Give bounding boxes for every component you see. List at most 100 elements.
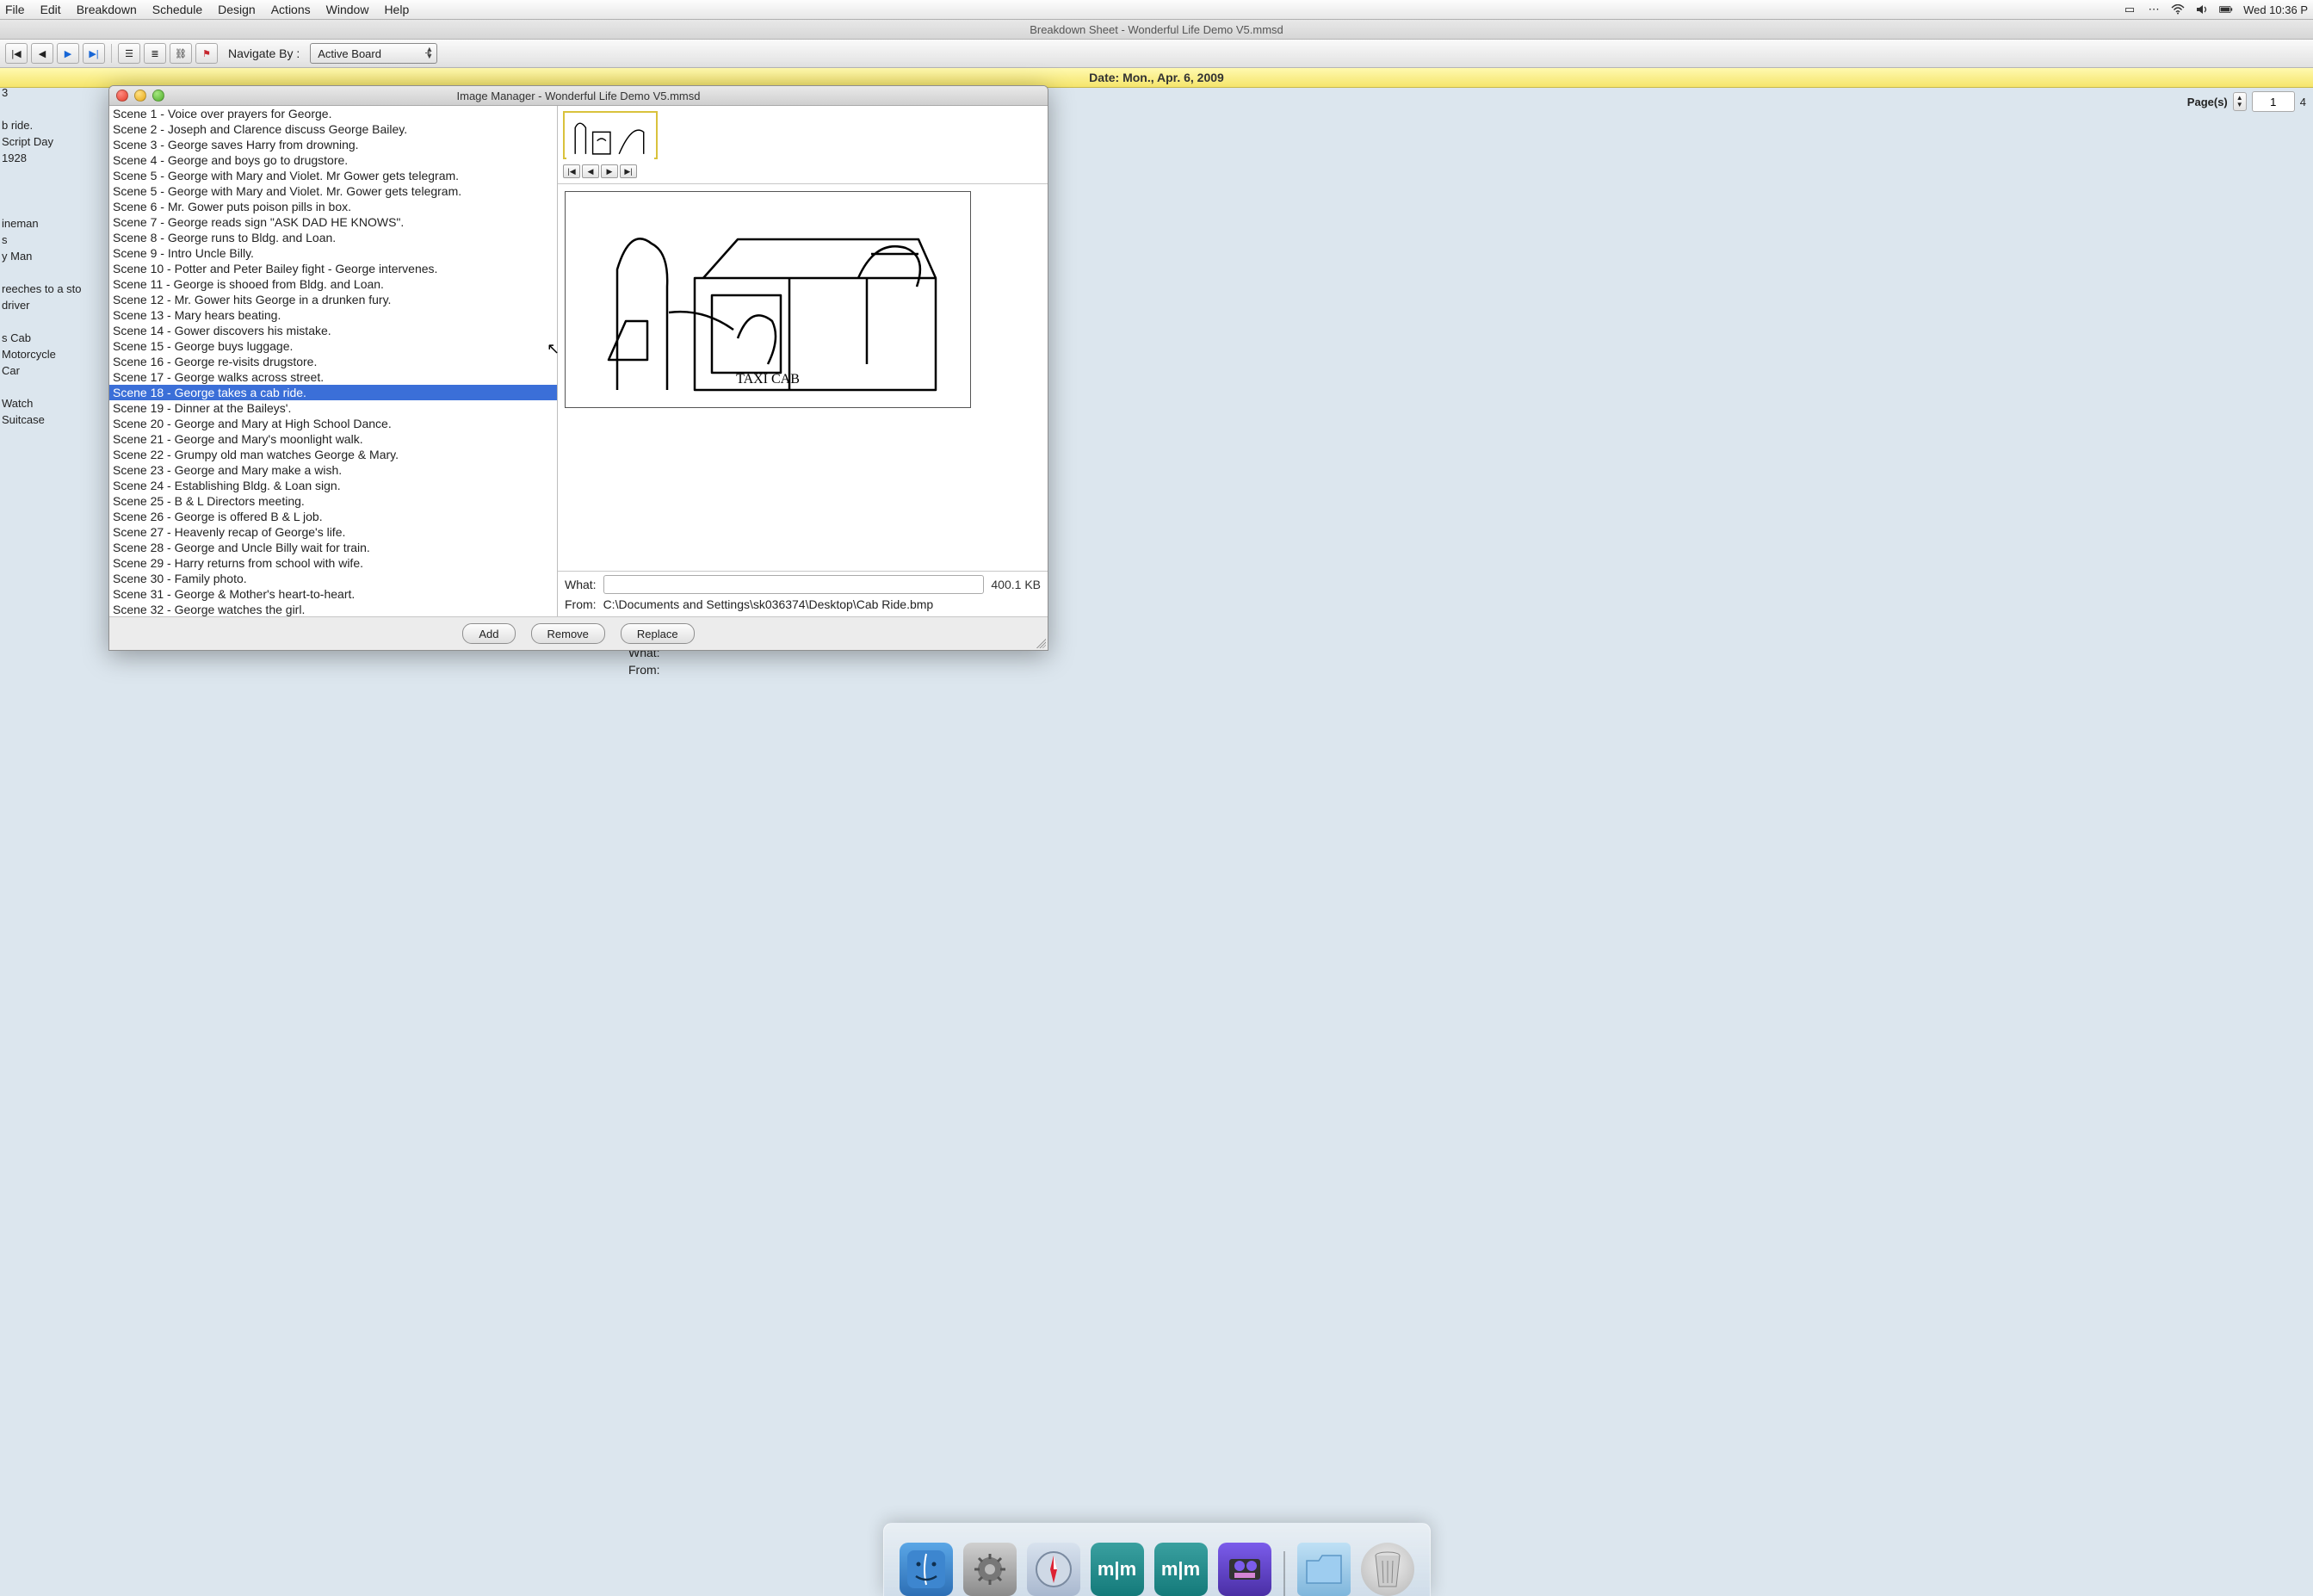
scene-item[interactable]: Scene 10 - Potter and Peter Bailey fight…: [109, 261, 557, 276]
dock-app-mm2-icon[interactable]: m|m: [1154, 1543, 1208, 1596]
remove-button[interactable]: Remove: [531, 623, 605, 644]
toolbar-flag-button[interactable]: ⚑: [195, 43, 218, 64]
scene-item[interactable]: Scene 22 - Grumpy old man watches George…: [109, 447, 557, 462]
scene-item[interactable]: Scene 12 - Mr. Gower hits George in a dr…: [109, 292, 557, 307]
dock-downloads-folder-icon[interactable]: [1297, 1543, 1351, 1596]
menu-window[interactable]: Window: [326, 3, 369, 16]
background-text-row: Suitcase: [2, 411, 114, 428]
scene-item[interactable]: Scene 20 - George and Mary at High Schoo…: [109, 416, 557, 431]
scene-item[interactable]: Scene 29 - Harry returns from school wit…: [109, 555, 557, 571]
resize-grip[interactable]: [1034, 636, 1046, 648]
scene-item[interactable]: Scene 32 - George watches the girl.: [109, 602, 557, 616]
thumb-last-button[interactable]: ▶|: [620, 164, 637, 178]
battery-icon[interactable]: [2219, 4, 2233, 15]
toolbar-play-button[interactable]: ▶: [57, 43, 79, 64]
pages-stepper[interactable]: ▲▼: [2233, 92, 2247, 111]
scene-item[interactable]: Scene 30 - Family photo.: [109, 571, 557, 586]
dock: m|m m|m: [883, 1523, 1431, 1596]
scene-item[interactable]: Scene 5 - George with Mary and Violet. M…: [109, 168, 557, 183]
background-text-row: 1928: [2, 150, 114, 166]
scene-item[interactable]: Scene 15 - George buys luggage.: [109, 338, 557, 354]
toolbar-view2-button[interactable]: ≣: [144, 43, 166, 64]
background-text-row: [2, 313, 114, 330]
scene-item[interactable]: Scene 8 - George runs to Bldg. and Loan.: [109, 230, 557, 245]
menu-actions[interactable]: Actions: [271, 3, 311, 16]
volume-icon[interactable]: [2195, 4, 2209, 15]
dock-trash-icon[interactable]: [1361, 1543, 1414, 1596]
scene-item[interactable]: Scene 21 - George and Mary's moonlight w…: [109, 431, 557, 447]
window-button-row: Add Remove Replace: [109, 616, 1048, 650]
scene-item[interactable]: Scene 16 - George re-visits drugstore.: [109, 354, 557, 369]
what-label: What:: [565, 578, 597, 591]
add-button[interactable]: Add: [462, 623, 515, 644]
dock-safari-icon[interactable]: [1027, 1543, 1080, 1596]
pages-current-input[interactable]: [2252, 91, 2295, 112]
toolbar-link-button[interactable]: ⛓: [170, 43, 192, 64]
dock-imovie-icon[interactable]: [1218, 1543, 1271, 1596]
scene-item[interactable]: Scene 27 - Heavenly recap of George's li…: [109, 524, 557, 540]
scene-item[interactable]: Scene 4 - George and boys go to drugstor…: [109, 152, 557, 168]
navigate-by-combo[interactable]: Active Board ▲▼: [310, 43, 437, 64]
window-zoom-button[interactable]: [152, 90, 164, 102]
background-text-row: Script Day: [2, 133, 114, 150]
thumb-next-button[interactable]: ▶: [601, 164, 618, 178]
scene-item[interactable]: Scene 19 - Dinner at the Baileys'.: [109, 400, 557, 416]
scene-item[interactable]: Scene 2 - Joseph and Clarence discuss Ge…: [109, 121, 557, 137]
replace-button[interactable]: Replace: [621, 623, 695, 644]
scene-item[interactable]: Scene 1 - Voice over prayers for George.: [109, 106, 557, 121]
wifi-icon[interactable]: [2171, 4, 2185, 15]
thumbnail[interactable]: [563, 111, 658, 159]
dock-finder-icon[interactable]: [900, 1543, 953, 1596]
toolbar-next-button[interactable]: ▶|: [83, 43, 105, 64]
window-titlebar[interactable]: Image Manager - Wonderful Life Demo V5.m…: [109, 86, 1048, 106]
scene-item[interactable]: Scene 25 - B & L Directors meeting.: [109, 493, 557, 509]
scene-item[interactable]: Scene 17 - George walks across street.: [109, 369, 557, 385]
traffic-lights: [116, 90, 164, 102]
scene-item[interactable]: Scene 11 - George is shooed from Bldg. a…: [109, 276, 557, 292]
menu-file[interactable]: File: [5, 3, 25, 16]
scene-item[interactable]: Scene 28 - George and Uncle Billy wait f…: [109, 540, 557, 555]
sync-icon[interactable]: ⋯: [2147, 4, 2161, 15]
scene-item[interactable]: Scene 26 - George is offered B & L job.: [109, 509, 557, 524]
thumbnail-nav: |◀ ◀ ▶ ▶|: [563, 164, 637, 178]
scene-item[interactable]: Scene 14 - Gower discovers his mistake.: [109, 323, 557, 338]
dock-app-mm1-icon[interactable]: m|m: [1091, 1543, 1144, 1596]
menubar-clock[interactable]: Wed 10:36 P: [2243, 3, 2308, 16]
combo-arrows-icon: ▲▼: [425, 46, 433, 59]
background-text-row: ineman: [2, 215, 114, 232]
toolbar-first-button[interactable]: |◀: [5, 43, 28, 64]
scene-item[interactable]: Scene 3 - George saves Harry from drowni…: [109, 137, 557, 152]
scene-item[interactable]: Scene 6 - Mr. Gower puts poison pills in…: [109, 199, 557, 214]
toolbar-view1-button[interactable]: ☰: [118, 43, 140, 64]
thumb-prev-button[interactable]: ◀: [582, 164, 599, 178]
scene-item[interactable]: Scene 13 - Mary hears beating.: [109, 307, 557, 323]
scene-item[interactable]: Scene 23 - George and Mary make a wish.: [109, 462, 557, 478]
thumb-first-button[interactable]: |◀: [563, 164, 580, 178]
menu-breakdown[interactable]: Breakdown: [77, 3, 137, 16]
image-meta: What: 400.1 KB From: C:\Documents and Se…: [558, 571, 1048, 616]
scene-item[interactable]: Scene 31 - George & Mother's heart-to-he…: [109, 586, 557, 602]
document-titlebar: Breakdown Sheet - Wonderful Life Demo V5…: [0, 20, 2313, 40]
window-minimize-button[interactable]: [134, 90, 146, 102]
scene-item[interactable]: Scene 24 - Establishing Bldg. & Loan sig…: [109, 478, 557, 493]
what-input[interactable]: [603, 575, 985, 594]
menu-schedule[interactable]: Schedule: [152, 3, 202, 16]
menu-edit[interactable]: Edit: [40, 3, 61, 16]
dock-system-prefs-icon[interactable]: [963, 1543, 1017, 1596]
background-text-row: reeches to a sto: [2, 281, 114, 297]
scene-item[interactable]: Scene 5 - George with Mary and Violet. M…: [109, 183, 557, 199]
scene-item[interactable]: Scene 7 - George reads sign "ASK DAD HE …: [109, 214, 557, 230]
background-text-row: b ride.: [2, 117, 114, 133]
window-close-button[interactable]: [116, 90, 128, 102]
from-path: C:\Documents and Settings\sk036374\Deskt…: [603, 597, 934, 611]
toolbar-prev-button[interactable]: ◀: [31, 43, 53, 64]
background-text-row: 3: [2, 84, 114, 101]
scene-list[interactable]: Scene 1 - Voice over prayers for George.…: [109, 106, 557, 616]
camera-icon[interactable]: ▭: [2123, 4, 2137, 15]
window-title: Image Manager - Wonderful Life Demo V5.m…: [457, 90, 701, 102]
background-text-row: s: [2, 232, 114, 248]
menu-help[interactable]: Help: [384, 3, 409, 16]
menu-design[interactable]: Design: [218, 3, 256, 16]
scene-item[interactable]: Scene 18 - George takes a cab ride.: [109, 385, 557, 400]
scene-item[interactable]: Scene 9 - Intro Uncle Billy.: [109, 245, 557, 261]
